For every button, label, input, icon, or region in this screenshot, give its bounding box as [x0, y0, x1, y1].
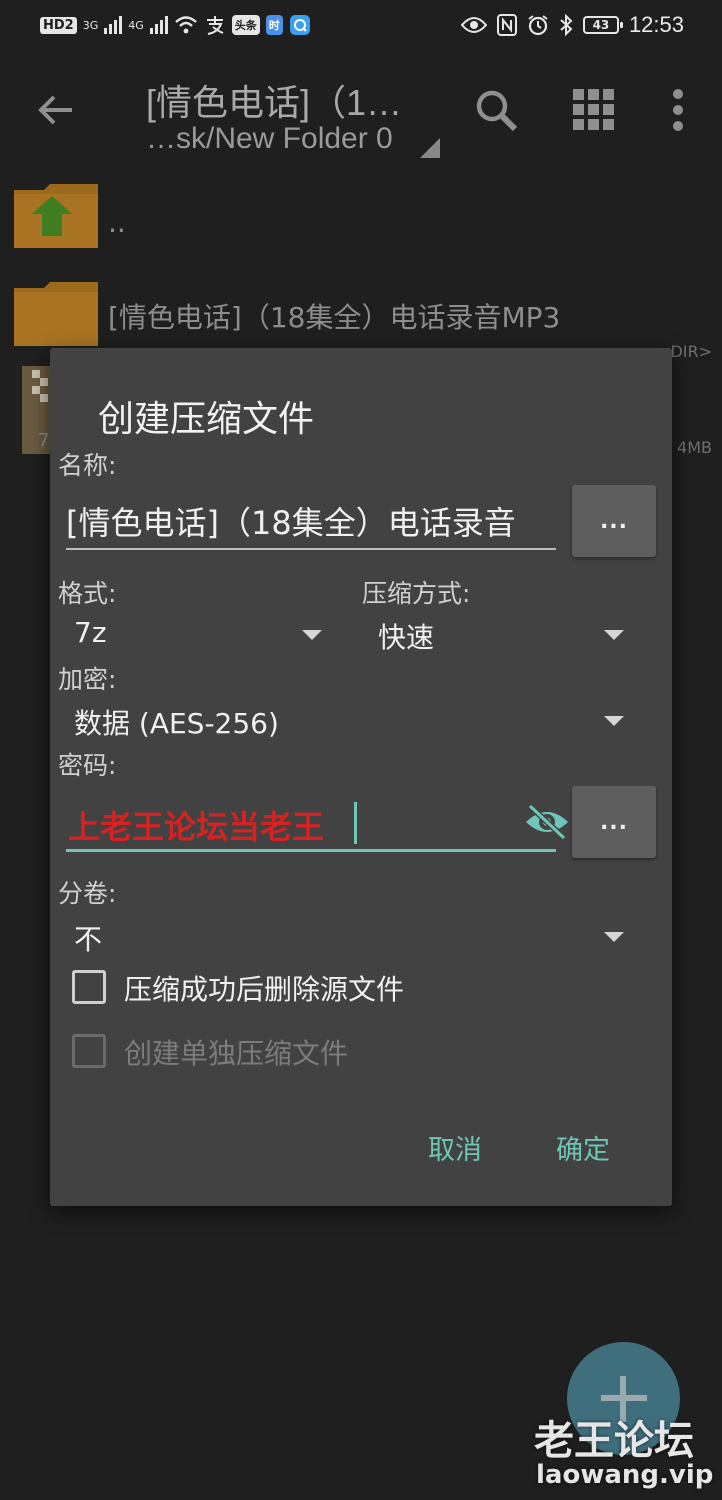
archive-name-input[interactable]: [情色电话]（18集全）电话录音: [66, 496, 556, 550]
name-label: 名称:: [58, 451, 117, 480]
encryption-select[interactable]: 数据 (AES-256): [74, 696, 628, 744]
encryption-value: 数据 (AES-256): [74, 707, 279, 740]
back-arrow-icon[interactable]: [32, 86, 80, 134]
folder-icon: [14, 282, 98, 346]
status-bar: HD2 3G 4G 头条 时 43 12:53: [0, 0, 722, 56]
watermark-logo: 老王论坛: [534, 1418, 694, 1464]
delete-source-option[interactable]: 压缩成功后删除源文件: [72, 968, 572, 1008]
split-label: 分卷:: [58, 879, 117, 908]
more-options-icon[interactable]: [654, 86, 702, 134]
chevron-down-icon: [604, 716, 624, 726]
bluetooth-icon: [560, 14, 573, 36]
signal-icon-1: [104, 16, 123, 34]
app-toolbar: [情色电话]（1… …sk/New Folder 0: [0, 56, 722, 166]
status-bar-left: HD2 3G 4G 头条 时: [40, 14, 311, 36]
password-options-button[interactable]: ...: [572, 786, 656, 858]
compression-value: 快速: [378, 621, 435, 654]
file-row-parent[interactable]: ..: [0, 172, 722, 268]
parent-folder-icon: [14, 184, 98, 248]
grid-view-icon[interactable]: [570, 86, 618, 134]
split-value: 不: [74, 923, 103, 956]
chevron-down-icon: [302, 630, 322, 640]
create-archive-dialog: 创建压缩文件 名称: [情色电话]（18集全）电话录音 ... 格式: 7z 压…: [50, 348, 672, 1206]
network-type-1: 3G: [82, 18, 99, 32]
format-value: 7z: [74, 616, 107, 649]
hd-voice-indicator: HD2: [40, 16, 77, 34]
hide-password-icon[interactable]: [524, 802, 570, 842]
text-cursor: [354, 802, 357, 844]
nfc-icon: [496, 14, 517, 36]
qq-browser-icon: [289, 15, 310, 35]
cancel-button[interactable]: 取消: [428, 1128, 482, 1167]
eye-comfort-icon: [460, 17, 487, 33]
network-type-2: 4G: [128, 18, 144, 32]
format-select[interactable]: 7z: [74, 610, 324, 658]
ok-button[interactable]: 确定: [556, 1128, 610, 1167]
compression-select[interactable]: 快速: [378, 610, 628, 658]
compression-label: 压缩方式:: [362, 579, 471, 608]
clock: 12:53: [628, 12, 684, 37]
encryption-label: 加密:: [58, 665, 117, 694]
file-name: [情色电话]（18集全）电话录音MP3: [108, 301, 561, 334]
file-name: ..: [108, 206, 126, 239]
toutiao-icon: 头条: [231, 15, 260, 35]
password-value: 上老王论坛当老王: [68, 808, 325, 846]
toolbar-subtitle-path[interactable]: …sk/New Folder 0: [146, 122, 393, 156]
battery-icon: 43: [582, 16, 623, 34]
separate-archive-checkbox: [72, 1034, 106, 1068]
signal-icon-2: [149, 16, 168, 34]
split-volume-select[interactable]: 不: [74, 912, 628, 960]
chevron-down-icon: [604, 932, 624, 942]
toolbar-title: [情色电话]（1…: [146, 82, 403, 123]
archive-thumb-label: 7: [38, 430, 50, 451]
separate-archive-label: 创建单独压缩文件: [124, 1037, 349, 1070]
watermark-url: laowang.vip: [536, 1460, 714, 1490]
app-badge-icon: 时: [265, 15, 283, 35]
dialog-title: 创建压缩文件: [98, 399, 315, 440]
alipay-icon: [206, 16, 224, 35]
delete-source-label: 压缩成功后删除源文件: [124, 973, 405, 1006]
format-label: 格式:: [58, 579, 117, 608]
search-icon[interactable]: [472, 86, 520, 134]
delete-source-checkbox[interactable]: [72, 970, 106, 1004]
password-label: 密码:: [58, 751, 117, 780]
password-input[interactable]: 上老王论坛当老王: [66, 794, 568, 852]
separate-archive-option: 创建单独压缩文件: [72, 1032, 572, 1072]
file-size-label: 4MB: [677, 438, 712, 457]
alarm-icon: [528, 15, 548, 36]
status-bar-right: 43 12:53: [460, 12, 684, 38]
chevron-down-icon: [604, 630, 624, 640]
path-dropdown-icon[interactable]: [420, 138, 440, 158]
name-browse-button[interactable]: ...: [572, 485, 656, 557]
wifi-icon: [174, 16, 197, 34]
archive-name-value: [情色电话]（18集全）电话录音: [66, 504, 516, 542]
